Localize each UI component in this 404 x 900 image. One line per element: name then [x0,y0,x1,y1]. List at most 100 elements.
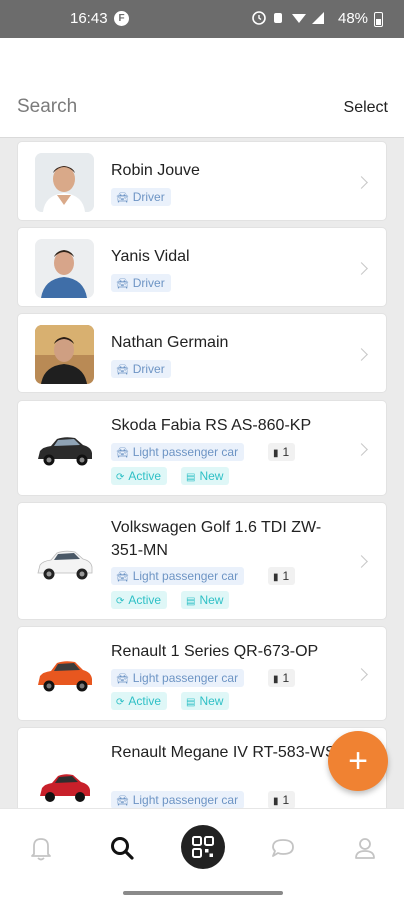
document-icon: ▤ [186,697,196,708]
list-item-volkswagen-golf[interactable]: Volkswagen Golf 1.6 TDI ZW-351-MN 🚘︎ Ligh… [17,502,387,620]
avatar-robin [35,153,94,212]
notification-app-icon: F [114,11,129,26]
car-icon: 🚘︎ [116,674,129,685]
condition-label: New [199,694,224,708]
seat-icon: ▮ [273,674,279,685]
status-bar: 16:43 F 48% [0,0,404,38]
search-input[interactable] [17,96,267,118]
category-label: Light passenger car [132,569,239,583]
condition-badge: ▤ New [181,591,230,609]
entity-list[interactable]: Robin Jouve 🚘︎ Driver Yanis Vidal 🚘︎ Drive… [0,138,404,808]
person-name: Yanis Vidal [111,248,190,265]
category-label: Light passenger car [132,445,239,459]
list-item-robin-jouve[interactable]: Robin Jouve 🚘︎ Driver [17,141,387,221]
status-label: Active [128,593,162,607]
avatar-yanis [35,239,94,298]
status-badge: ⟳ Active [111,692,168,710]
vehicle-title: Volkswagen Golf 1.6 TDI ZW-351-MN [111,519,322,559]
nav-scan[interactable] [181,825,225,869]
role-label: Driver [132,276,165,290]
condition-label: New [199,469,224,483]
status-time: 16:43 [70,10,108,27]
battery-percent: 48% [338,10,369,27]
category-label: Light passenger car [132,793,239,807]
count-label: 1 [282,793,290,807]
role-label: Driver [132,362,165,376]
role-tag: 🚘︎ Driver [111,274,171,292]
add-button[interactable]: + [328,731,388,791]
car-icon: 🚘︎ [116,279,129,290]
chevron-right-icon [355,348,368,361]
status-badge: ⟳ Active [111,467,168,485]
list-item-nathan-germain[interactable]: Nathan Germain 🚘︎ Driver [17,313,387,393]
car-icon: 🚘︎ [116,572,129,583]
qr-code-icon [192,836,214,858]
seat-icon: ▮ [273,572,279,583]
nav-messages[interactable] [268,833,298,863]
nav-search[interactable] [107,833,137,863]
header: Select [0,38,404,138]
vehicle-count-tag: ▮ 1 [268,669,296,687]
system-status-icons [252,11,324,25]
chevron-right-icon [355,668,368,681]
status-label: Active [128,469,162,483]
document-icon: ▤ [186,472,196,483]
document-icon: ▤ [186,596,196,607]
vehicle-category-tag: 🚘︎ Light passenger car [111,567,245,585]
seat-icon: ▮ [273,796,279,807]
car-image [35,762,94,808]
vehicle-count-tag: ▮ 1 [268,443,296,461]
vehicle-count-tag: ▮ 1 [268,791,296,808]
vehicle-category-tag: 🚘︎ Light passenger car [111,443,245,461]
count-label: 1 [282,445,290,459]
car-image [35,651,94,699]
chat-icon [272,839,294,857]
battery-icon [374,12,383,27]
vehicle-title: Skoda Fabia RS AS-860-KP [111,417,312,434]
car-icon: 🚘︎ [116,448,129,459]
user-icon [355,838,375,859]
refresh-icon: ⟳ [116,472,125,483]
status-badge: ⟳ Active [111,591,168,609]
refresh-icon: ⟳ [116,596,125,607]
car-image [35,425,94,473]
nav-notifications[interactable] [26,833,56,863]
select-button[interactable]: Select [344,99,388,117]
bell-icon [31,838,51,861]
list-item-yanis-vidal[interactable]: Yanis Vidal 🚘︎ Driver [17,227,387,307]
condition-badge: ▤ New [181,692,230,710]
chevron-right-icon [355,176,368,189]
count-label: 1 [282,671,290,685]
vehicle-category-tag: 🚘︎ Light passenger car [111,669,245,687]
person-name: Robin Jouve [111,162,200,179]
vehicle-count-tag: ▮ 1 [268,567,296,585]
role-tag: 🚘︎ Driver [111,188,171,206]
refresh-icon: ⟳ [116,697,125,708]
car-icon: 🚘︎ [116,193,129,204]
avatar-nathan [35,325,94,384]
condition-badge: ▤ New [181,467,230,485]
role-label: Driver [132,190,165,204]
chevron-right-icon [355,443,368,456]
status-icons [252,10,332,29]
person-name: Nathan Germain [111,334,229,351]
list-item-skoda-fabia[interactable]: Skoda Fabia RS AS-860-KP 🚘︎ Light passeng… [17,400,387,496]
list-item-renault-1-series[interactable]: Renault 1 Series QR-673-OP 🚘︎ Light passe… [17,626,387,721]
bottom-nav [0,808,404,900]
search-icon [111,837,134,860]
chevron-right-icon [355,262,368,275]
count-label: 1 [282,569,290,583]
vehicle-category-tag: 🚘︎ Light passenger car [111,791,245,808]
chevron-right-icon [355,555,368,568]
car-image [35,539,94,587]
vehicle-title: Renault 1 Series QR-673-OP [111,643,319,660]
car-icon: 🚘︎ [116,365,129,376]
condition-label: New [199,593,224,607]
seat-icon: ▮ [273,448,279,459]
home-indicator [123,891,283,895]
nav-profile[interactable] [350,833,380,863]
status-label: Active [128,694,162,708]
car-icon: 🚘︎ [116,796,129,807]
role-tag: 🚘︎ Driver [111,360,171,378]
vehicle-title: Renault Megane IV RT-583-WS [111,744,336,761]
